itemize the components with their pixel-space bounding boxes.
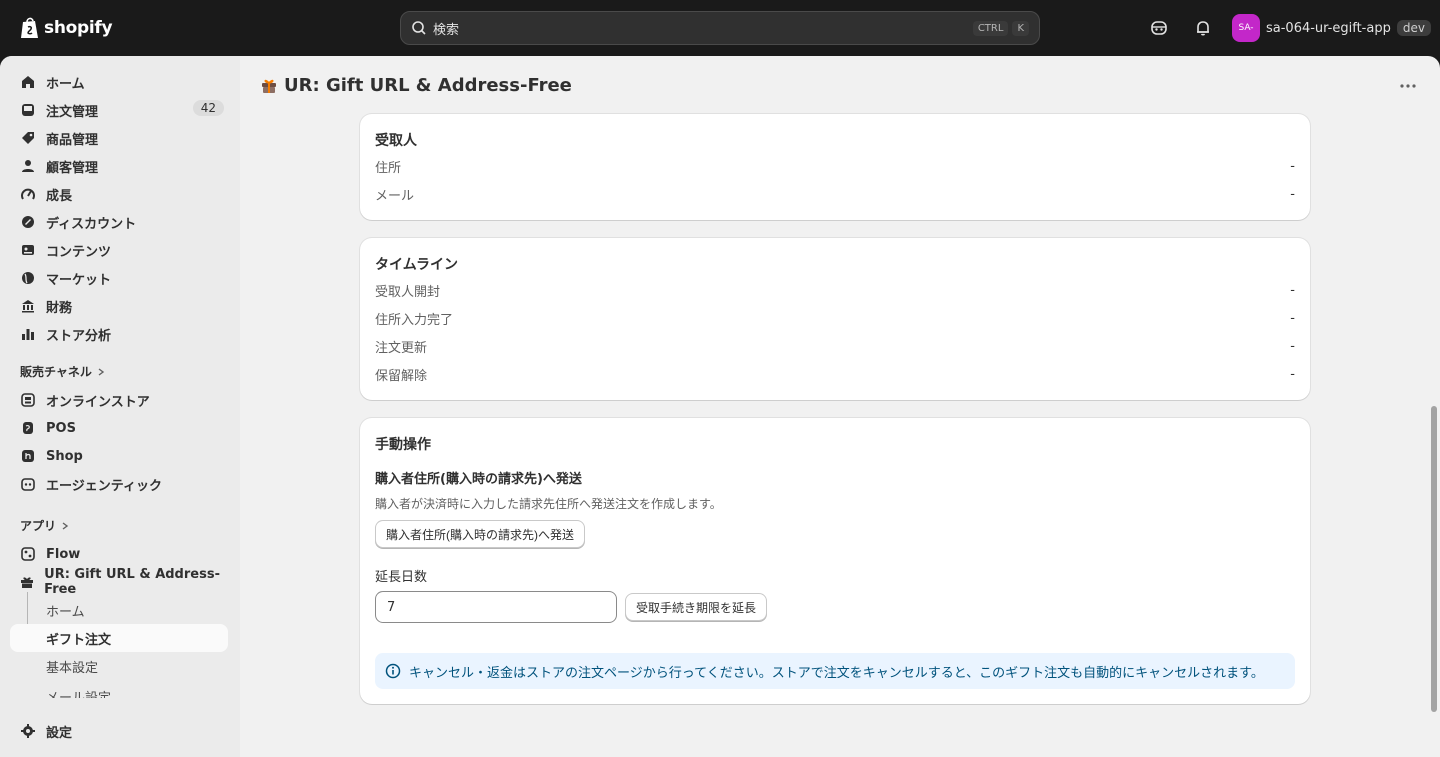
timeline-row-address-complete: 住所入力完了 - — [375, 310, 1295, 328]
store-icon — [20, 392, 36, 408]
sidekick-icon — [1151, 21, 1167, 35]
shopify-logo[interactable]: shopify — [20, 16, 113, 39]
search-placeholder: 検索 — [433, 22, 460, 38]
bank-icon — [20, 298, 36, 314]
apps-header[interactable]: アプリ — [20, 517, 70, 534]
env-badge: dev — [1396, 20, 1431, 36]
store-avatar: SA- — [1232, 14, 1260, 42]
app-gift-icon — [262, 79, 276, 93]
sidebar-item-agentic[interactable]: エージェンティック — [10, 470, 228, 498]
admin-frame: ホーム 注文管理 42 商品管理 顧客管理 成長 ディスカウント コンテンツ マ… — [0, 56, 1440, 757]
brand-wordmark: shopify — [44, 17, 113, 38]
sidebar-item-products[interactable]: 商品管理 — [10, 124, 228, 152]
shopify-bag-icon — [21, 17, 38, 38]
sidebar: ホーム 注文管理 42 商品管理 顧客管理 成長 ディスカウント コンテンツ マ… — [0, 56, 240, 757]
sidekick-button[interactable] — [1147, 16, 1171, 40]
timeline-card: タイムライン 受取人開封 - 住所入力完了 - 注文更新 - 保留解除 - — [360, 238, 1310, 400]
recipient-card: 受取人 住所 - メール - — [360, 114, 1310, 220]
top-bar: shopify 検索 CTRL K SA- sa-064-ur-egift-ap… — [0, 0, 1440, 56]
orders-count-badge: 42 — [192, 100, 224, 116]
sidebar-subitem-app-home[interactable]: ホーム — [10, 596, 228, 624]
timeline-row-opened: 受取人開封 - — [375, 282, 1295, 300]
chevron-right-icon — [98, 367, 105, 376]
manual-heading: 手動操作 — [375, 437, 431, 453]
sidebar-item-gift-app[interactable]: UR: Gift URL & Address-Free — [10, 567, 228, 597]
shop-icon — [20, 448, 36, 464]
flow-icon — [20, 546, 36, 562]
sidebar-subitem-gift-orders[interactable]: ギフト注文 — [10, 624, 228, 652]
app-title-bar: UR: Gift URL & Address-Free — [240, 56, 1440, 114]
bell-icon — [1197, 21, 1209, 36]
sidebar-item-orders[interactable]: 注文管理 42 — [10, 96, 228, 124]
sidebar-item-settings[interactable]: 設定 — [10, 717, 228, 745]
discount-icon — [20, 214, 36, 230]
search-icon — [412, 21, 426, 35]
ship-to-buyer-heading: 購入者住所(購入時の請求先)へ発送 — [375, 472, 582, 487]
more-actions-button[interactable] — [1398, 76, 1418, 96]
pos-icon — [20, 420, 36, 436]
store-switcher[interactable]: SA- sa-064-ur-egift-app dev — [1232, 14, 1431, 42]
page-title: UR: Gift URL & Address-Free — [284, 74, 572, 96]
global-search[interactable]: 検索 CTRL K — [400, 11, 1040, 45]
sidebar-item-shop[interactable]: Shop — [10, 442, 228, 470]
sidebar-item-flow[interactable]: Flow — [10, 540, 228, 568]
timeline-heading: タイムライン — [375, 257, 459, 273]
sidebar-item-markets[interactable]: マーケット — [10, 264, 228, 292]
ellipsis-icon — [1400, 84, 1416, 88]
sidebar-subitem-clip: メール設定 — [10, 680, 228, 699]
recipient-heading: 受取人 — [375, 133, 417, 149]
person-icon — [20, 158, 36, 174]
home-icon — [20, 74, 36, 90]
globe-icon — [20, 270, 36, 286]
sidebar-item-pos[interactable]: POS — [10, 414, 228, 442]
main-content: UR: Gift URL & Address-Free 受取人 住所 - メール… — [240, 56, 1440, 757]
timeline-row-hold-released: 保留解除 - — [375, 366, 1295, 384]
gear-icon — [20, 723, 36, 739]
extend-days-label: 延長日数 — [375, 570, 428, 585]
sales-channels-header[interactable]: 販売チャネル — [20, 363, 106, 380]
chevron-right-icon — [62, 521, 69, 530]
sidebar-item-discounts[interactable]: ディスカウント — [10, 208, 228, 236]
sidebar-item-customers[interactable]: 顧客管理 — [10, 152, 228, 180]
sidebar-subitem-mail-settings[interactable]: メール設定 — [10, 682, 228, 699]
sidebar-item-analytics[interactable]: ストア分析 — [10, 320, 228, 348]
ship-to-buyer-description: 購入者が決済時に入力した請求先住所へ発送注文を作成します。 — [375, 497, 722, 511]
agentic-icon — [20, 476, 36, 492]
recipient-row-email: メール - — [375, 186, 1295, 204]
cancel-info-banner: キャンセル・返金はストアの注文ページから行ってください。ストアで注文をキャンセル… — [375, 653, 1295, 689]
timeline-row-order-updated: 注文更新 - — [375, 338, 1295, 356]
gauge-icon — [20, 186, 36, 202]
shortcut-key: K — [1012, 20, 1029, 36]
store-name: sa-064-ur-egift-app — [1266, 20, 1391, 36]
content-icon — [20, 242, 36, 258]
gift-icon — [20, 574, 34, 590]
inbox-icon — [20, 102, 36, 118]
sidebar-subitem-basic-settings[interactable]: 基本設定 — [10, 652, 228, 680]
extend-days-input[interactable]: 7 — [375, 591, 617, 623]
cancel-info-text: キャンセル・返金はストアの注文ページから行ってください。ストアで注文をキャンセル… — [409, 665, 1264, 681]
bar-chart-icon — [20, 326, 36, 342]
sidebar-item-content[interactable]: コンテンツ — [10, 236, 228, 264]
info-icon — [385, 663, 401, 679]
sidebar-item-growth[interactable]: 成長 — [10, 180, 228, 208]
tag-icon — [20, 130, 36, 146]
sidebar-item-finance[interactable]: 財務 — [10, 292, 228, 320]
page-scrollbar[interactable] — [1431, 406, 1437, 712]
manual-ops-card: 手動操作 購入者住所(購入時の請求先)へ発送 購入者が決済時に入力した請求先住所… — [360, 418, 1310, 704]
recipient-row-address: 住所 - — [375, 158, 1295, 176]
extend-deadline-button[interactable]: 受取手続き期限を延長 — [625, 593, 768, 621]
ship-to-buyer-button[interactable]: 購入者住所(購入時の請求先)へ発送 — [375, 520, 585, 548]
sidebar-item-home[interactable]: ホーム — [10, 68, 228, 96]
sidebar-item-online-store[interactable]: オンラインストア — [10, 386, 228, 414]
shortcut-mod: CTRL — [972, 20, 1009, 36]
notifications-button[interactable] — [1191, 16, 1215, 40]
